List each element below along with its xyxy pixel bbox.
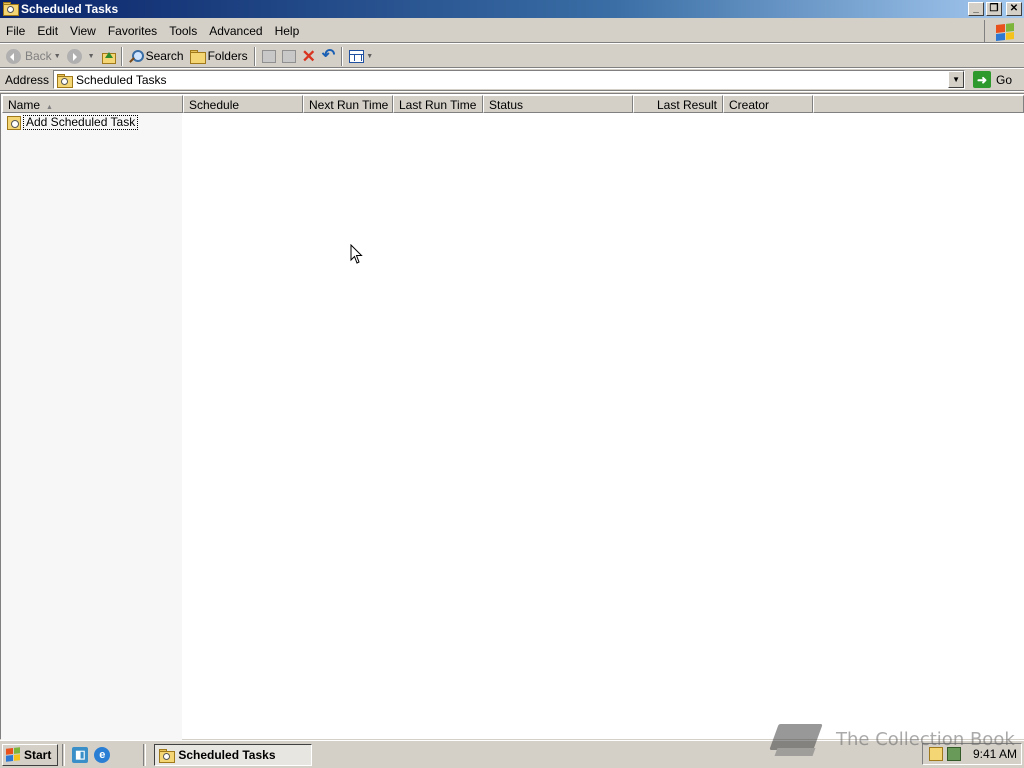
add-task-icon: [7, 115, 21, 130]
undo-icon: ↶: [321, 47, 336, 64]
folders-icon: [189, 50, 206, 64]
address-bar: Address ▼ ➜ Go: [0, 69, 1024, 91]
menu-bar: File Edit View Favorites Tools Advanced …: [0, 20, 1024, 43]
move-to-icon: [261, 49, 276, 63]
scheduled-tasks-folder-icon: [57, 73, 74, 88]
taskbar-button-scheduled-tasks[interactable]: Scheduled Tasks: [154, 743, 313, 766]
back-arrow-icon: [6, 48, 21, 64]
watermark: The Collection Book: [772, 718, 1015, 760]
book-logo-icon: [772, 718, 822, 760]
close-button[interactable]: ✕: [1006, 2, 1022, 16]
forward-button[interactable]: ▼: [64, 46, 98, 67]
go-arrow-icon: ➜: [973, 71, 992, 88]
taskbar-separator: [143, 743, 147, 766]
column-header-schedule[interactable]: Schedule: [183, 95, 303, 113]
search-button[interactable]: Search: [126, 46, 187, 67]
column-header-next-run-time[interactable]: Next Run Time: [303, 95, 393, 113]
menu-view[interactable]: View: [64, 24, 102, 38]
column-header-name[interactable]: Name ▲: [2, 95, 183, 113]
back-dropdown-icon[interactable]: ▼: [54, 53, 61, 60]
undo-button[interactable]: ↶: [319, 46, 338, 67]
internet-explorer-icon[interactable]: e: [94, 746, 111, 763]
menu-edit[interactable]: Edit: [31, 24, 64, 38]
column-header-creator[interactable]: Creator: [723, 95, 813, 113]
delete-x-icon: ✕: [301, 46, 316, 66]
restore-button[interactable]: ❐: [986, 2, 1002, 16]
start-button[interactable]: Start: [2, 743, 59, 766]
address-dropdown-icon[interactable]: ▼: [948, 71, 965, 88]
toolbar-separator: [120, 46, 123, 66]
minimize-button[interactable]: _: [968, 2, 984, 16]
menu-favorites[interactable]: Favorites: [102, 24, 163, 38]
menu-advanced[interactable]: Advanced: [203, 24, 268, 38]
watermark-text: The Collection Book: [836, 728, 1015, 750]
windows-logo-icon: [984, 20, 1024, 43]
taskbar-separator: [62, 743, 66, 766]
folder-up-icon: [101, 49, 116, 64]
views-icon: [349, 49, 365, 63]
column-header-last-run-time[interactable]: Last Run Time: [393, 95, 483, 113]
address-input[interactable]: [76, 72, 965, 87]
scheduled-tasks-folder-icon: [3, 2, 17, 16]
column-header-status[interactable]: Status: [483, 95, 633, 113]
show-desktop-icon[interactable]: ◧: [72, 746, 89, 763]
window-title: Scheduled Tasks: [21, 2, 119, 16]
move-to-button[interactable]: [259, 46, 279, 67]
list-item-label: Add Scheduled Task: [23, 115, 139, 130]
back-button[interactable]: Back ▼: [3, 46, 64, 67]
sort-ascending-icon: ▲: [46, 104, 53, 111]
menu-tools[interactable]: Tools: [163, 24, 203, 38]
scheduled-tasks-folder-icon: [159, 748, 176, 763]
windows-flag-icon: [6, 747, 20, 762]
views-button[interactable]: ▼: [346, 46, 376, 67]
title-bar[interactable]: Scheduled Tasks _ ❐ ✕: [0, 0, 1024, 18]
menu-file[interactable]: File: [0, 24, 31, 38]
copy-to-icon: [281, 49, 296, 63]
column-headers: Name ▲ Schedule Next Run Time Last Run Ti…: [2, 95, 1024, 113]
views-dropdown-icon: ▼: [366, 52, 374, 60]
toolbar-separator: [341, 46, 344, 66]
list-item[interactable]: Add Scheduled Task: [7, 115, 139, 130]
copy-to-button[interactable]: [279, 46, 299, 67]
toolbar-separator: [253, 46, 256, 66]
forward-dropdown-icon[interactable]: ▼: [88, 53, 95, 60]
address-field[interactable]: ▼: [53, 70, 966, 89]
go-button[interactable]: ➜ Go: [973, 71, 1012, 88]
standard-toolbar: Back ▼ ▼ Search Folders ✕ ↶ ▼: [0, 45, 1024, 68]
menu-help[interactable]: Help: [269, 24, 306, 38]
delete-button[interactable]: ✕: [299, 46, 319, 67]
folders-button[interactable]: Folders: [187, 46, 251, 67]
column-header-last-result[interactable]: Last Result: [633, 95, 723, 113]
address-label: Address: [5, 72, 50, 87]
search-icon: [129, 49, 144, 63]
up-button[interactable]: [98, 46, 118, 67]
name-column-highlight: [1, 113, 182, 740]
forward-arrow-icon: [66, 48, 82, 64]
file-list-pane[interactable]: Name ▲ Schedule Next Run Time Last Run Ti…: [0, 93, 1024, 740]
column-header-empty: [813, 95, 1024, 113]
